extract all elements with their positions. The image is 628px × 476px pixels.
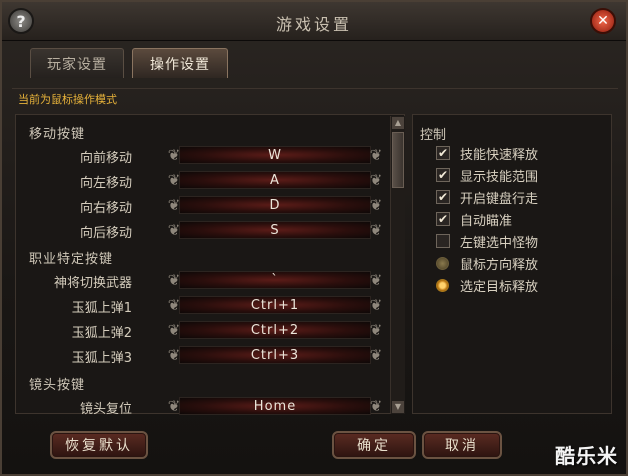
keybind-label: 向后移动: [79, 226, 132, 241]
keybind-value: Ctrl+1: [250, 297, 300, 313]
check-icon[interactable]: ✔: [436, 168, 450, 182]
ornament-icon: ❦: [369, 271, 383, 289]
radio-icon[interactable]: [436, 256, 449, 270]
keybind-field[interactable]: ❦ ❦ Ctrl+2: [165, 319, 385, 341]
section-class-keys: 职业特定按键: [29, 252, 114, 267]
cancel-button[interactable]: 取消: [422, 431, 502, 459]
checkbox-keyboard-walk[interactable]: ✔ 开启键盘行走: [436, 188, 539, 207]
ornament-icon: ❦: [369, 171, 383, 189]
keybind-field[interactable]: ❦ ❦ D: [165, 194, 385, 216]
ornament-icon: ❦: [167, 346, 181, 364]
checkbox-show-range[interactable]: ✔ 显示技能范围: [436, 166, 539, 185]
check-icon[interactable]: ✔: [436, 212, 450, 226]
radio-label: 选定目标释放: [460, 279, 539, 295]
keybind-scrollbar[interactable]: ▲ ▼: [390, 116, 405, 414]
tab-operation-settings[interactable]: 操作设置: [132, 48, 228, 78]
scroll-up-arrow[interactable]: ▲: [392, 117, 404, 129]
keybind-value: Ctrl+2: [250, 322, 300, 338]
scroll-thumb[interactable]: [392, 132, 404, 188]
mode-indicator: 当前为鼠标操作模式: [12, 88, 618, 111]
keybind-label: 向右移动: [79, 201, 132, 216]
keybind-label: 镜头复位: [79, 402, 132, 417]
checkbox-left-click-select[interactable]: 左键选中怪物: [436, 232, 539, 251]
keybind-field[interactable]: ❦ ❦ Ctrl+3: [165, 344, 385, 366]
section-camera-keys: 镜头按键: [29, 378, 86, 393]
keybind-label: 玉狐上弹2: [71, 326, 132, 341]
keybind-field[interactable]: ❦ ❦ `: [165, 269, 385, 291]
radio-target-cast[interactable]: 选定目标释放: [436, 276, 539, 295]
keybind-label: 向前移动: [79, 151, 132, 166]
keybind-field[interactable]: ❦ ❦ W: [165, 144, 385, 166]
ornament-icon: ❦: [369, 397, 383, 415]
ornament-icon: ❦: [167, 171, 181, 189]
ornament-icon: ❦: [167, 397, 181, 415]
check-icon[interactable]: ✔: [436, 146, 450, 160]
ornament-icon: ❦: [369, 321, 383, 339]
ornament-icon: ❦: [167, 146, 181, 164]
reset-default-button[interactable]: 恢复默认: [50, 431, 148, 459]
ornament-icon: ❦: [369, 196, 383, 214]
window-title: 游戏设置: [275, 15, 352, 34]
keybind-value: `: [271, 272, 279, 288]
watermark-logo: 酷乐米: [555, 444, 618, 468]
ornament-icon: ❦: [167, 321, 181, 339]
keybind-value: S: [270, 222, 280, 238]
title-bar[interactable]: ? 游戏设置 ✕: [2, 2, 626, 41]
close-icon: ✕: [597, 13, 609, 29]
check-icon[interactable]: ✔: [436, 190, 450, 204]
ornament-icon: ❦: [167, 296, 181, 314]
control-title: 控制: [420, 128, 447, 143]
keybind-value: W: [268, 147, 282, 163]
checkbox-empty[interactable]: [436, 234, 450, 248]
keybind-value: Ctrl+3: [250, 347, 300, 363]
settings-window: ? 游戏设置 ✕ 玩家设置 操作设置 当前为鼠标操作模式 ▲ ▼ 移动按键 向前…: [0, 0, 628, 476]
checkbox-label: 显示技能范围: [460, 169, 539, 185]
checkbox-fast-cast[interactable]: ✔ 技能快速释放: [436, 144, 539, 163]
keybind-field[interactable]: ❦ ❦ S: [165, 219, 385, 241]
keybind-label: 玉狐上弹3: [71, 351, 132, 366]
radio-label: 鼠标方向释放: [460, 257, 539, 273]
keybind-value: Home: [253, 398, 297, 414]
ornament-icon: ❦: [369, 221, 383, 239]
checkbox-auto-aim[interactable]: ✔ 自动瞄准: [436, 210, 513, 229]
keybind-value: A: [270, 172, 280, 188]
checkbox-label: 左键选中怪物: [460, 235, 539, 251]
radio-mouse-direction[interactable]: 鼠标方向释放: [436, 254, 539, 273]
ornament-icon: ❦: [369, 346, 383, 364]
ornament-icon: ❦: [167, 221, 181, 239]
section-movement-keys: 移动按键: [29, 127, 86, 142]
close-button[interactable]: ✕: [590, 8, 616, 34]
keybind-label: 向左移动: [79, 176, 132, 191]
keybind-field[interactable]: ❦ ❦ Home: [165, 395, 385, 417]
checkbox-label: 开启键盘行走: [460, 191, 539, 207]
checkbox-label: 自动瞄准: [460, 213, 513, 229]
keybind-field[interactable]: ❦ ❦ Ctrl+1: [165, 294, 385, 316]
keybind-value: D: [269, 197, 281, 213]
tab-player-settings[interactable]: 玩家设置: [30, 48, 124, 78]
ornament-icon: ❦: [369, 146, 383, 164]
radio-selected-icon[interactable]: [436, 278, 449, 292]
keybind-label: 神将切换武器: [53, 276, 132, 291]
keybind-field[interactable]: ❦ ❦ A: [165, 169, 385, 191]
checkbox-label: 技能快速释放: [460, 147, 539, 163]
scroll-down-arrow[interactable]: ▼: [392, 401, 404, 413]
ok-button[interactable]: 确定: [332, 431, 416, 459]
keybind-label: 玉狐上弹1: [71, 301, 132, 316]
ornament-icon: ❦: [167, 196, 181, 214]
ornament-icon: ❦: [167, 271, 181, 289]
ornament-icon: ❦: [369, 296, 383, 314]
